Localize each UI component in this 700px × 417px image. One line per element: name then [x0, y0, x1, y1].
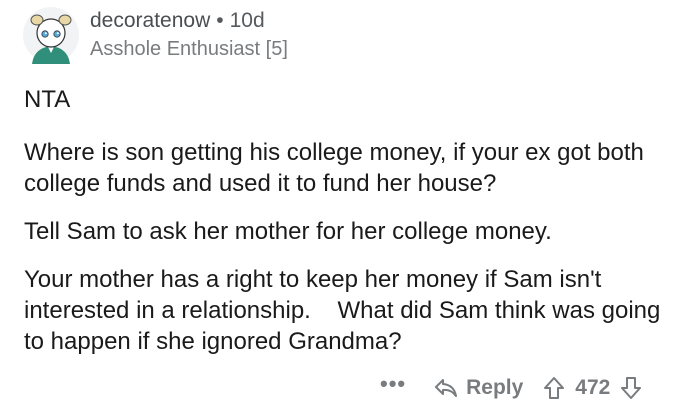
comment-paragraph: Your mother has a right to keep her mone…	[24, 266, 668, 355]
comment-paragraph: NTA	[24, 86, 71, 113]
author-line: decoratenow • 10d	[90, 10, 288, 31]
downvote-arrow-icon[interactable]	[620, 376, 642, 400]
comment-actions: ••• Reply 472	[380, 371, 642, 404]
separator-dot: •	[216, 9, 224, 32]
comment-body: NTA Where is son getting his college mon…	[24, 84, 684, 374]
comment-paragraph: Tell Sam to ask her mother for her colle…	[24, 218, 552, 245]
comment-card: decoratenow • 10d Asshole Enthusiast [5] N…	[0, 0, 700, 417]
more-options-button[interactable]: •••	[380, 371, 406, 397]
upvote-arrow-icon[interactable]	[543, 376, 565, 400]
user-flair: Asshole Enthusiast [5]	[90, 38, 288, 60]
avatar[interactable]	[22, 6, 80, 64]
reply-button[interactable]: Reply	[434, 376, 523, 400]
reply-label: Reply	[466, 376, 524, 399]
comment-paragraph: Where is son getting his college money, …	[24, 139, 644, 197]
username-link[interactable]: decoratenow	[90, 9, 210, 32]
reply-arrow-icon	[435, 379, 458, 397]
comment-age[interactable]: 10d	[230, 9, 265, 32]
vote-score: 472	[575, 376, 611, 399]
comment-header: decoratenow • 10d Asshole Enthusiast [5]	[90, 10, 288, 59]
vote-controls: 472	[543, 376, 642, 400]
avatar-icon	[23, 7, 79, 64]
